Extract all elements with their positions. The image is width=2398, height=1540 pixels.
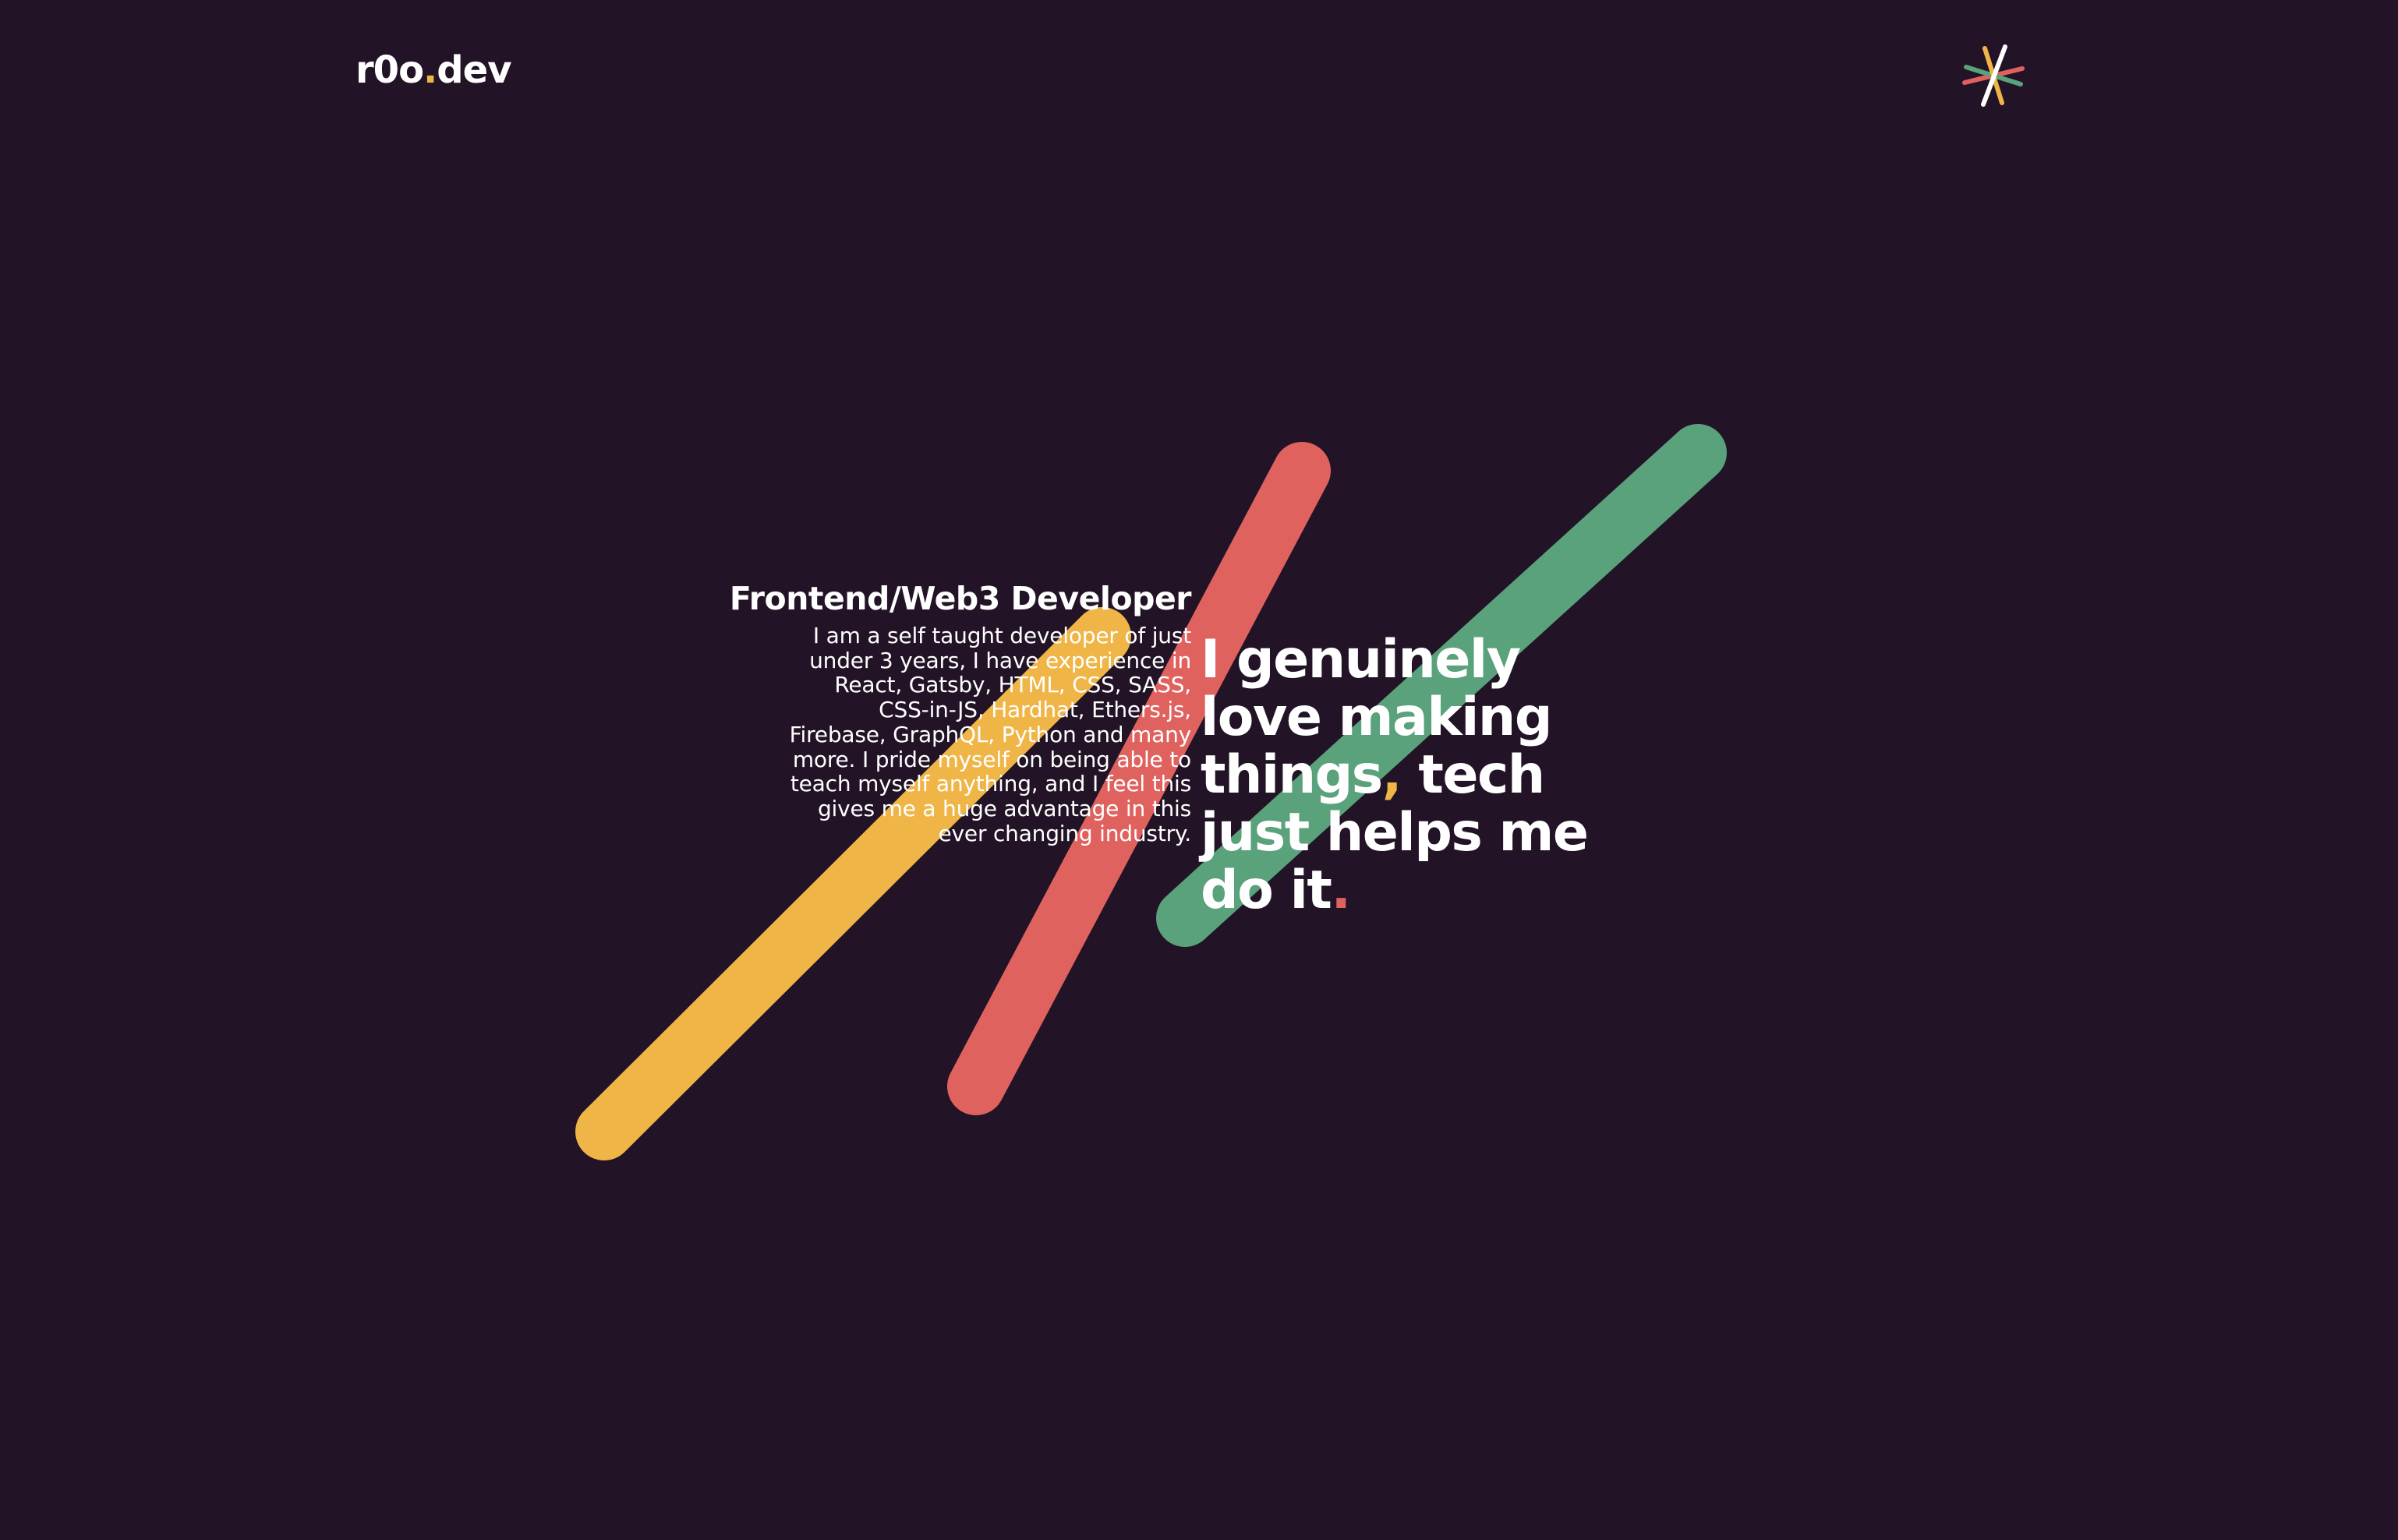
tagline: I genuinely love making things, tech jus… xyxy=(1201,631,1622,920)
menu-button[interactable] xyxy=(1961,44,2025,108)
tagline-line-1: I genuinely xyxy=(1201,629,1521,691)
tagline-line-3: things, tech xyxy=(1201,747,1622,804)
tagline-things: things xyxy=(1201,744,1383,806)
site-logo[interactable]: r0o.dev xyxy=(355,51,511,89)
tagline-do-it: do it xyxy=(1201,860,1332,921)
decorative-stripes xyxy=(575,424,1727,1160)
role-title: Frontend/Web3 Developer xyxy=(729,580,1192,617)
logo-main: r0o xyxy=(355,48,424,92)
logo-tail: dev xyxy=(437,48,511,92)
tagline-line-5: do it. xyxy=(1201,862,1622,920)
tagline-line-4: just helps me xyxy=(1201,802,1589,864)
tagline-comma: , xyxy=(1381,744,1402,806)
asterisk-menu-icon xyxy=(1962,44,2025,107)
tagline-line-2: love making xyxy=(1201,687,1553,748)
tagline-tech: tech xyxy=(1401,744,1545,806)
bio-text: I am a self taught developer of just und… xyxy=(789,623,1192,846)
logo-dot: . xyxy=(423,48,437,92)
tagline-period: . xyxy=(1331,860,1351,921)
